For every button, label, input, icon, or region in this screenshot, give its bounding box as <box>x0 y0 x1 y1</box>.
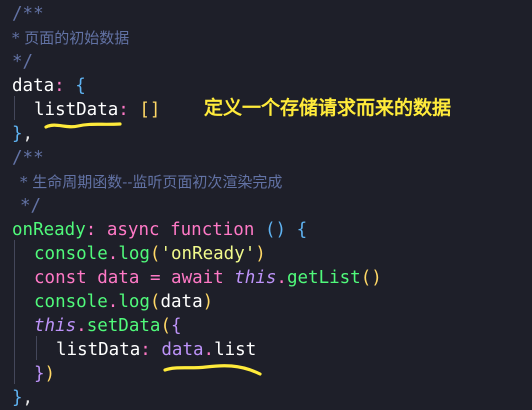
empty-array: [] <box>139 100 161 120</box>
comment-text: * 页面的初始数据 <box>12 29 130 47</box>
colon: : <box>85 220 97 240</box>
data-key: data <box>12 76 55 96</box>
code-line-10: onReady: async function () { <box>12 218 307 242</box>
code-line-15: listData: data.list <box>56 338 256 362</box>
code-line-3: */ <box>12 50 33 74</box>
open-brace: { <box>75 76 86 96</box>
code-line-7: /** <box>12 146 44 170</box>
log-method: log <box>118 244 150 264</box>
code-line-9: */ <box>20 194 41 218</box>
parens: () <box>360 268 382 288</box>
data-variable: data <box>97 268 140 288</box>
code-line-4: data: { <box>12 74 86 98</box>
close-brace: } <box>12 124 23 144</box>
comment-open: /** <box>12 148 44 168</box>
this-keyword: this <box>234 268 277 288</box>
function-keyword: function <box>170 220 255 240</box>
parens: () <box>264 220 287 240</box>
comment-open: /** <box>12 4 44 24</box>
data-object: data <box>161 340 204 360</box>
comma: , <box>22 124 34 144</box>
console-identifier: console <box>34 244 108 264</box>
list-property: list <box>214 340 257 360</box>
open-brace: { <box>171 316 182 336</box>
open-paren: ( <box>149 292 161 312</box>
close-paren: ) <box>255 244 266 264</box>
const-keyword: const <box>34 268 87 288</box>
indent-guide <box>14 240 15 384</box>
annotation-text: 定义一个存储请求而来的数据 <box>204 97 452 119</box>
underline-mark <box>163 364 262 376</box>
dot: . <box>203 340 215 360</box>
listdata-key: listData <box>56 340 141 360</box>
log-method: log <box>118 292 150 312</box>
code-editor[interactable]: /** * 页面的初始数据 */ data: { listData: [] },… <box>0 0 532 410</box>
close-paren: ) <box>44 364 56 384</box>
code-line-11: console.log('onReady') <box>34 242 266 266</box>
code-line-8: * 生命周期函数--监听页面初次渲染完成 <box>20 170 282 194</box>
equals: = <box>149 268 161 288</box>
listdata-key: listData <box>34 100 119 120</box>
close-paren: ) <box>202 292 214 312</box>
dot: . <box>107 244 119 264</box>
indent-guide <box>36 336 37 360</box>
open-brace: { <box>296 220 308 240</box>
close-brace: } <box>34 364 45 384</box>
code-line-14: this.setData({ <box>34 314 182 338</box>
code-line-1: /** <box>12 2 44 26</box>
comment-close: */ <box>12 52 34 72</box>
dot: . <box>276 268 287 288</box>
colon: : <box>140 340 151 360</box>
comma: , <box>22 388 34 408</box>
onready-key: onReady <box>12 220 86 240</box>
code-line-16: }) <box>34 362 55 386</box>
code-line-2: * 页面的初始数据 <box>12 26 129 50</box>
code-line-12: const data = await this.getList() <box>34 266 382 290</box>
await-keyword: await <box>171 268 224 288</box>
async-keyword: async <box>106 220 160 240</box>
comment-close: */ <box>20 196 42 216</box>
dot: . <box>107 292 119 312</box>
string-literal: 'onReady' <box>160 244 256 264</box>
close-brace: } <box>12 388 23 408</box>
getlist-method: getList <box>286 268 361 288</box>
indent-guide <box>14 96 15 120</box>
dot: . <box>76 316 87 336</box>
open-paren: ( <box>149 244 161 264</box>
setdata-method: setData <box>86 316 161 336</box>
code-line-6: }, <box>12 122 33 146</box>
underline-mark <box>44 122 122 129</box>
colon: : <box>118 100 129 120</box>
colon: : <box>54 76 65 96</box>
data-argument: data <box>160 292 203 312</box>
code-line-17: }, <box>12 386 33 410</box>
console-identifier: console <box>34 292 108 312</box>
this-keyword: this <box>34 316 77 336</box>
open-paren: ( <box>160 316 172 336</box>
comment-text: * 生命周期函数--监听页面初次渲染完成 <box>20 173 283 191</box>
code-line-13: console.log(data) <box>34 290 213 314</box>
